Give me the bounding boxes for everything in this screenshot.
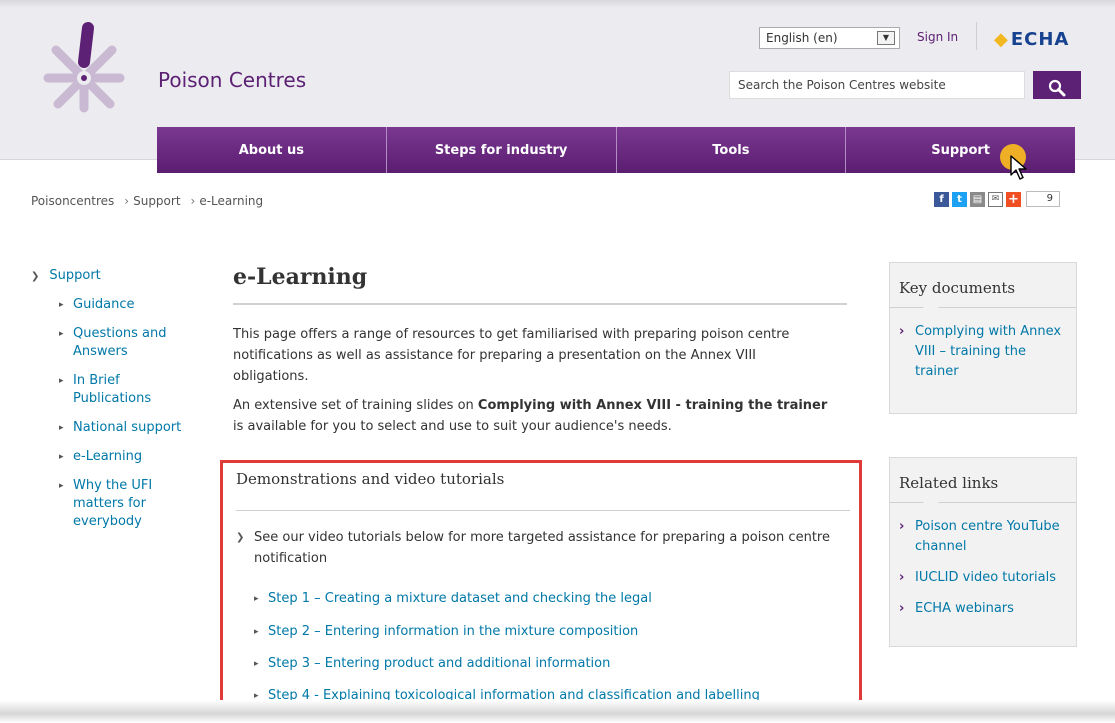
poison-centres-logo-icon[interactable]	[28, 20, 140, 136]
bullet-icon: ▸	[59, 300, 64, 310]
chevron-right-icon: ›	[899, 324, 905, 339]
sidebar-root-label: Support	[49, 268, 101, 283]
demo-description-text: See our video tutorials below for more t…	[254, 530, 830, 566]
related-link-label: ECHA webinars	[915, 601, 1014, 616]
key-document-label: Complying with Annex VIII – training the…	[915, 324, 1062, 379]
nav-tab-about-us[interactable]: About us	[157, 127, 387, 173]
nav-tab-support[interactable]: Support	[846, 127, 1075, 173]
facebook-icon[interactable]: f	[934, 191, 949, 207]
bullet-icon: ▸	[59, 376, 64, 386]
language-value: English (en)	[766, 31, 838, 45]
step-link-2[interactable]: ▸ Step 2 – Entering information in the mi…	[254, 624, 638, 639]
sidebar-item-label: Questions and Answers	[73, 326, 167, 359]
breadcrumb-separator: ›	[124, 194, 130, 208]
key-documents-panel: Key documents › Complying with Annex VIII…	[889, 262, 1077, 414]
sidebar-item-label: Why the UFI matters for everybody	[73, 478, 153, 529]
page: Poison Centres English (en) ▼ Sign In ◆ E…	[0, 0, 1115, 723]
sidebar-item-in-brief-publications[interactable]: ▸ In Brief Publications	[59, 372, 191, 408]
chevron-right-icon: ❯	[236, 532, 245, 543]
intro-bold-text: Complying with Annex VIII - training the…	[477, 398, 828, 413]
bullet-icon: ▸	[254, 658, 259, 669]
mouse-cursor-icon	[1010, 155, 1027, 180]
share-count: 9	[1026, 191, 1060, 207]
echa-logo-text: ECHA	[1010, 29, 1070, 50]
sidebar: ❯ Support ▸ Guidance ▸ Questions and Answer…	[31, 268, 191, 542]
intro-paragraph-2: An extensive set of training slides on C…	[233, 395, 833, 437]
chevron-right-icon: ❯	[31, 271, 40, 282]
nav-tab-tools[interactable]: Tools	[616, 127, 847, 173]
sidebar-item-label: National support	[73, 420, 182, 435]
chevron-right-icon: ›	[899, 601, 905, 616]
related-links-body: › Poison centre YouTube channel › IUCLID v…	[890, 503, 1076, 636]
step-link-3[interactable]: ▸ Step 3 – Entering product and additiona…	[254, 656, 610, 671]
main-nav: About us Steps for industry Tools Suppor…	[157, 127, 1075, 173]
step-link-1[interactable]: ▸ Step 1 – Creating a mixture dataset and…	[254, 591, 652, 606]
breadcrumb: Poisoncentres › Support › e-Learning	[31, 194, 267, 208]
bullet-icon: ▸	[254, 690, 259, 701]
breadcrumb-item-support[interactable]: Support	[133, 194, 180, 208]
print-icon[interactable]: ▤	[970, 191, 985, 207]
page-title: e-Learning	[233, 264, 368, 290]
search-button[interactable]	[1033, 71, 1081, 99]
related-link-youtube[interactable]: › Poison centre YouTube channel	[899, 517, 1070, 557]
intro-text-part: is available for you to select and use t…	[233, 419, 672, 434]
sidebar-item-label: In Brief Publications	[73, 373, 152, 406]
bullet-icon: ▸	[254, 626, 259, 637]
nav-tab-steps-for-industry[interactable]: Steps for industry	[386, 127, 617, 173]
header-shade	[0, 0, 1115, 8]
intro-paragraph-1: This page offers a range of resources to…	[233, 327, 790, 384]
breadcrumb-item-current: e-Learning	[199, 194, 264, 208]
step-label: Step 2 – Entering information in the mix…	[268, 624, 639, 639]
key-documents-title: Key documents	[890, 263, 1076, 315]
sidebar-item-label: e-Learning	[73, 449, 143, 464]
search-input[interactable]	[729, 71, 1025, 99]
chevron-right-icon: ›	[899, 570, 905, 585]
related-link-label: IUCLID video tutorials	[915, 570, 1056, 585]
bullet-icon: ▸	[59, 423, 64, 433]
related-link-webinars[interactable]: › ECHA webinars	[899, 599, 1070, 619]
related-link-iuclid[interactable]: › IUCLID video tutorials	[899, 568, 1070, 588]
key-documents-body: › Complying with Annex VIII – training th…	[890, 308, 1076, 399]
step-label: Step 1 – Creating a mixture dataset and …	[268, 591, 652, 606]
sidebar-root-support[interactable]: ❯ Support	[31, 268, 191, 283]
echa-logo[interactable]: ◆ ECHA	[994, 29, 1069, 50]
bullet-icon: ▸	[254, 593, 259, 604]
bullet-icon: ▸	[59, 329, 64, 339]
breadcrumb-separator: ›	[190, 194, 196, 208]
intro-text-part: An extensive set of training slides on	[233, 398, 478, 413]
sidebar-item-label: Guidance	[73, 297, 135, 312]
related-link-label: Poison centre YouTube channel	[915, 519, 1060, 554]
share-toolbar: f t ▤ ✉ + 9	[934, 191, 1060, 207]
twitter-icon[interactable]: t	[952, 191, 967, 207]
plus-icon[interactable]: +	[1006, 191, 1021, 207]
chevron-right-icon: ›	[899, 519, 905, 534]
sidebar-item-questions-and-answers[interactable]: ▸ Questions and Answers	[59, 325, 191, 361]
demo-description: ❯ See our video tutorials below for more …	[236, 527, 846, 569]
step-label: Step 3 – Entering product and additional…	[268, 656, 611, 671]
sidebar-item-guidance[interactable]: ▸ Guidance	[59, 296, 191, 314]
demo-section-title: Demonstrations and video tutorials	[236, 470, 505, 488]
related-links-title: Related links	[890, 458, 1076, 510]
demo-divider	[236, 510, 850, 511]
bullet-icon: ▸	[59, 481, 64, 491]
language-select[interactable]: English (en) ▼	[759, 27, 900, 49]
search-icon	[1048, 79, 1066, 96]
related-links-panel: Related links › Poison centre YouTube cha…	[889, 457, 1077, 647]
intro-text: This page offers a range of resources to…	[233, 324, 833, 445]
echa-mark-icon: ◆	[994, 29, 1009, 50]
sign-in-link[interactable]: Sign In	[917, 30, 958, 44]
email-icon[interactable]: ✉	[988, 191, 1003, 207]
key-document-link[interactable]: › Complying with Annex VIII – training th…	[899, 322, 1070, 382]
title-divider	[233, 303, 847, 305]
header-divider	[976, 22, 977, 50]
sidebar-item-e-learning[interactable]: ▸ e-Learning	[59, 448, 191, 466]
site-title[interactable]: Poison Centres	[158, 68, 306, 92]
bullet-icon: ▸	[59, 452, 64, 462]
sidebar-item-national-support[interactable]: ▸ National support	[59, 419, 191, 437]
breadcrumb-item-poisoncentres[interactable]: Poisoncentres	[31, 194, 114, 208]
chevron-down-icon: ▼	[877, 31, 895, 45]
sidebar-item-why-the-ufi-matters[interactable]: ▸ Why the UFI matters for everybody	[59, 477, 191, 531]
bottom-shadow	[0, 700, 1115, 723]
